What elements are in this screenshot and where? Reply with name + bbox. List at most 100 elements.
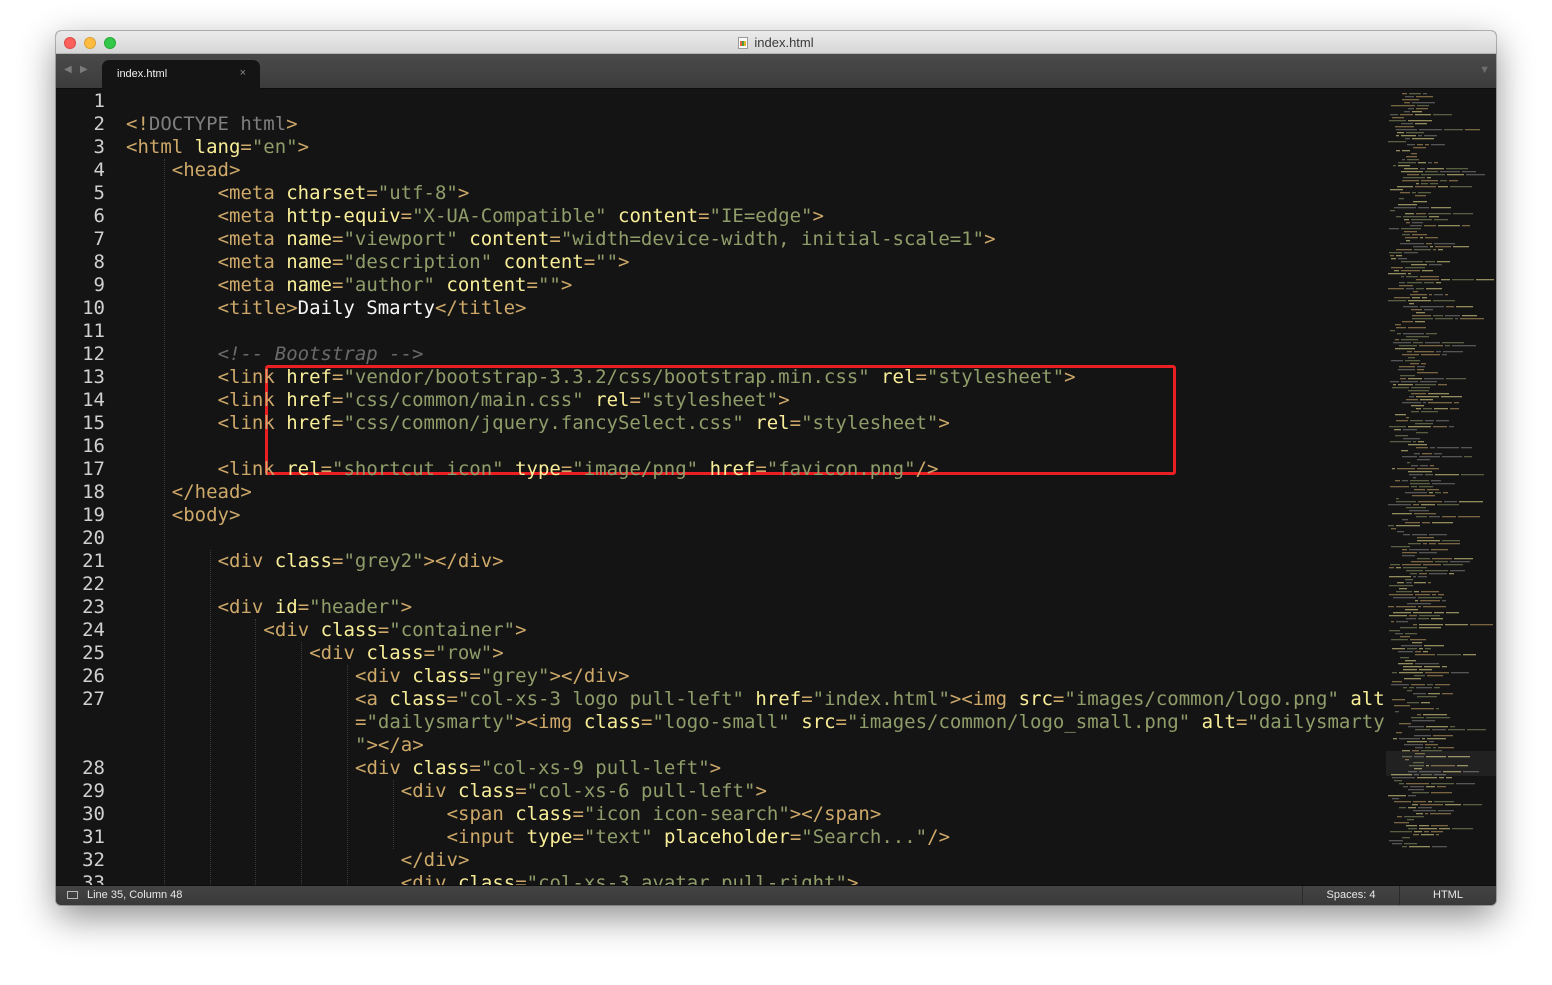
indent-guide <box>209 550 211 885</box>
minimap-token <box>1436 351 1441 353</box>
minimap-token <box>1437 447 1459 449</box>
panel-toggle-icon[interactable] <box>67 891 78 899</box>
code-token: <link <box>217 458 287 480</box>
minimap-token <box>1392 777 1415 779</box>
line-number: 16 <box>82 435 105 457</box>
code-token: </title> <box>434 297 527 319</box>
minimap-token <box>1425 813 1428 815</box>
minimap-token <box>1414 735 1431 737</box>
minimap[interactable] <box>1386 89 1496 885</box>
code-area[interactable]: <!DOCTYPE html> <html lang="en"> <head> <me… <box>126 89 1388 885</box>
code-token: "index.html" <box>812 688 950 710</box>
minimap-token <box>1401 450 1408 452</box>
minimap-token <box>1412 318 1433 320</box>
minimap-token <box>1403 216 1427 218</box>
minimap-token <box>1467 729 1486 731</box>
minimap-token <box>1414 513 1436 515</box>
minimap-token <box>1402 180 1419 182</box>
minimap-token <box>1416 516 1427 518</box>
minimap-token <box>1394 780 1402 782</box>
minimap-token <box>1389 567 1394 569</box>
minimap-token <box>1388 525 1394 527</box>
tab-index-html[interactable]: index.html × <box>102 60 260 89</box>
code-token: rel <box>881 366 916 388</box>
minimap-token <box>1429 543 1436 545</box>
minimap-token <box>1417 537 1434 539</box>
minimap-token <box>1415 654 1435 656</box>
minimap-token <box>1423 402 1426 404</box>
indentation-setting[interactable]: Spaces: 4 <box>1303 889 1399 901</box>
minimap-token <box>1437 504 1459 506</box>
minimap-token <box>1400 636 1410 638</box>
minimap-token <box>1409 93 1421 95</box>
line-number: 27 <box>82 688 105 710</box>
line-number: 33 <box>82 872 105 885</box>
code-token: = <box>583 251 596 273</box>
tab-close-icon[interactable]: × <box>240 67 246 79</box>
tab-forward-icon[interactable]: ▶ <box>80 64 88 76</box>
minimap-token <box>1391 360 1403 362</box>
minimap-token <box>1419 552 1437 554</box>
minimap-token <box>1411 411 1419 413</box>
code-token: ></div> <box>423 550 504 572</box>
minimap-token <box>1389 585 1413 587</box>
minimap-token <box>1403 567 1427 569</box>
minimap-token <box>1399 807 1406 809</box>
minimap-token <box>1416 432 1428 434</box>
minimap-token <box>1426 786 1435 788</box>
minimap-token <box>1450 408 1459 410</box>
line-number: 10 <box>82 297 105 319</box>
minimap-token <box>1401 381 1418 383</box>
minimap-token <box>1405 237 1418 239</box>
minimap-token <box>1431 480 1441 482</box>
code-line: <div class="grey"></div> <box>355 665 630 688</box>
minimap-token <box>1463 654 1476 656</box>
minimap-token <box>1403 669 1417 671</box>
code-token: placeholder <box>663 826 790 848</box>
code-line: <!DOCTYPE html> <box>126 113 298 136</box>
minimap-token <box>1401 270 1420 272</box>
minimap-token <box>1452 828 1473 830</box>
code-token: = <box>423 642 436 664</box>
code-line: ="dailysmarty"><img class="logo-small" s… <box>355 711 1385 734</box>
minimap-token <box>1402 93 1407 95</box>
minimap-token <box>1433 114 1452 116</box>
minimap-token <box>1394 801 1411 803</box>
code-token: "stylesheet" <box>640 389 779 411</box>
tab-list-dropdown-icon[interactable]: ▼ <box>1479 64 1490 76</box>
minimap-token <box>1413 810 1436 812</box>
minimap-token <box>1394 429 1401 431</box>
minimap-token <box>1405 96 1414 98</box>
minimap-token <box>1396 606 1416 608</box>
minimap-token <box>1430 447 1435 449</box>
minimap-token <box>1396 129 1417 131</box>
line-number: 22 <box>82 573 105 595</box>
code-editor[interactable]: 1 2 3 4 5 6 7 8 9 10 11 12 13 14 15 16 17 18 19 20 21 22 23 24 2… <box>56 89 1496 885</box>
minimap-token <box>1436 834 1439 836</box>
minimap-token <box>1403 666 1422 668</box>
code-token: charset <box>286 182 367 204</box>
minimap-viewport[interactable] <box>1386 751 1496 776</box>
tab-back-icon[interactable]: ◀ <box>64 64 72 76</box>
minimap-token <box>1409 846 1430 848</box>
syntax-selector[interactable]: HTML <box>1400 889 1496 901</box>
minimap-token <box>1417 714 1421 716</box>
code-token: <div <box>355 757 413 779</box>
minimap-token <box>1388 288 1404 290</box>
code-token: <span <box>446 803 516 825</box>
minimap-token <box>1464 456 1472 458</box>
minimap-token <box>1414 591 1419 593</box>
minimap-token <box>1391 267 1403 269</box>
minimap-token <box>1431 618 1443 620</box>
minimap-token <box>1434 243 1455 245</box>
minimap-token <box>1418 597 1442 599</box>
code-token: > <box>984 228 996 250</box>
minimap-token <box>1420 168 1425 170</box>
minimap-token <box>1409 687 1414 689</box>
minimap-token <box>1398 165 1410 167</box>
minimap-token <box>1429 492 1433 494</box>
code-token: "viewport" <box>343 228 458 250</box>
code-token: href <box>286 412 332 434</box>
code-token: "row" <box>435 642 493 664</box>
